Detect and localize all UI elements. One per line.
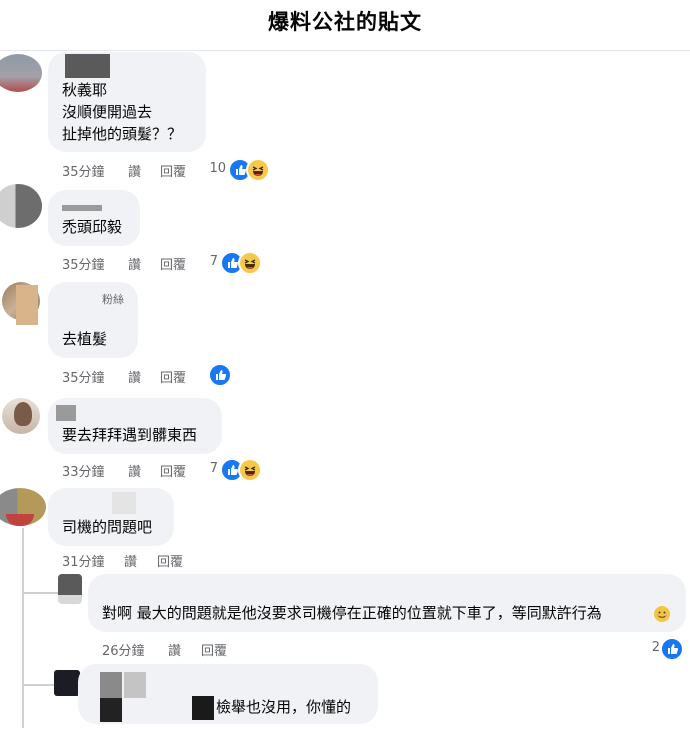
comment-text: 要去拜拜遇到髒東西 (62, 426, 198, 444)
comment-time: 35分鐘 (62, 258, 105, 273)
comment-text: 扯掉他的頭髮？？ (62, 125, 183, 143)
blurred-name (100, 672, 122, 698)
like-button[interactable]: 讚 (124, 551, 137, 570)
reply-text: 對啊 最大的問題就是他沒要求司機停在正確的位置就下車了，等同默許行為 (102, 604, 602, 622)
thread-line (22, 528, 24, 728)
reply-button[interactable]: 回覆 (160, 254, 186, 273)
comment-time: 35分鐘 (62, 165, 105, 180)
like-button[interactable]: 讚 (128, 367, 141, 386)
reaction-count[interactable]: 10 (196, 161, 226, 176)
comment-text: 秋義耶 (62, 81, 108, 99)
like-button[interactable]: 讚 (128, 161, 141, 180)
reply-button[interactable]: 回覆 (201, 640, 227, 659)
blurred-name (100, 698, 122, 722)
comment-time: 33分鐘 (62, 465, 105, 480)
haha-reaction-icon (238, 251, 262, 275)
page-title: 爆料公社的貼文 (268, 10, 422, 34)
fan-badge: 粉絲 (102, 293, 124, 306)
like-reaction-icon[interactable] (208, 363, 232, 387)
blurred-name (65, 54, 110, 78)
comment-time: 31分鐘 (62, 555, 105, 570)
blurred-name (112, 492, 136, 514)
blurred-overlay (14, 402, 32, 426)
smiling-face-icon (654, 606, 670, 622)
blurred-name (56, 405, 76, 421)
haha-reaction-icon (238, 458, 262, 482)
avatar[interactable] (54, 670, 80, 696)
avatar[interactable] (58, 574, 82, 604)
comment-time: 35分鐘 (62, 371, 105, 386)
like-button[interactable]: 讚 (168, 640, 181, 659)
blurred-name (62, 205, 102, 211)
avatar[interactable] (0, 54, 42, 92)
comment-text: 沒順便開過去 (62, 103, 153, 121)
post-header: 爆料公社的貼文 (0, 0, 690, 51)
comment-text: 去植髮 (62, 330, 108, 348)
reaction-count[interactable]: 7 (196, 254, 218, 269)
like-button[interactable]: 讚 (128, 254, 141, 273)
reaction-count[interactable]: 7 (196, 461, 218, 476)
like-reaction-icon (660, 637, 684, 661)
reply-button[interactable]: 回覆 (157, 551, 183, 570)
blurred-overlay (16, 285, 38, 325)
avatar[interactable] (0, 184, 42, 228)
reply-button[interactable]: 回覆 (160, 367, 186, 386)
comment-text: 司機的問題吧 (62, 518, 153, 536)
like-button[interactable]: 讚 (128, 461, 141, 480)
haha-reaction-icon (246, 158, 270, 182)
comment-text: 禿頭邱毅 (62, 218, 123, 236)
reaction-count[interactable]: 2 (640, 640, 660, 655)
blurred-name (124, 672, 146, 698)
reply-text: 檢舉也沒用，你懂的 (216, 698, 352, 716)
reply-button[interactable]: 回覆 (160, 461, 186, 480)
reply-button[interactable]: 回覆 (160, 161, 186, 180)
reply-time: 26分鐘 (102, 644, 145, 659)
blurred-mention (192, 696, 214, 720)
